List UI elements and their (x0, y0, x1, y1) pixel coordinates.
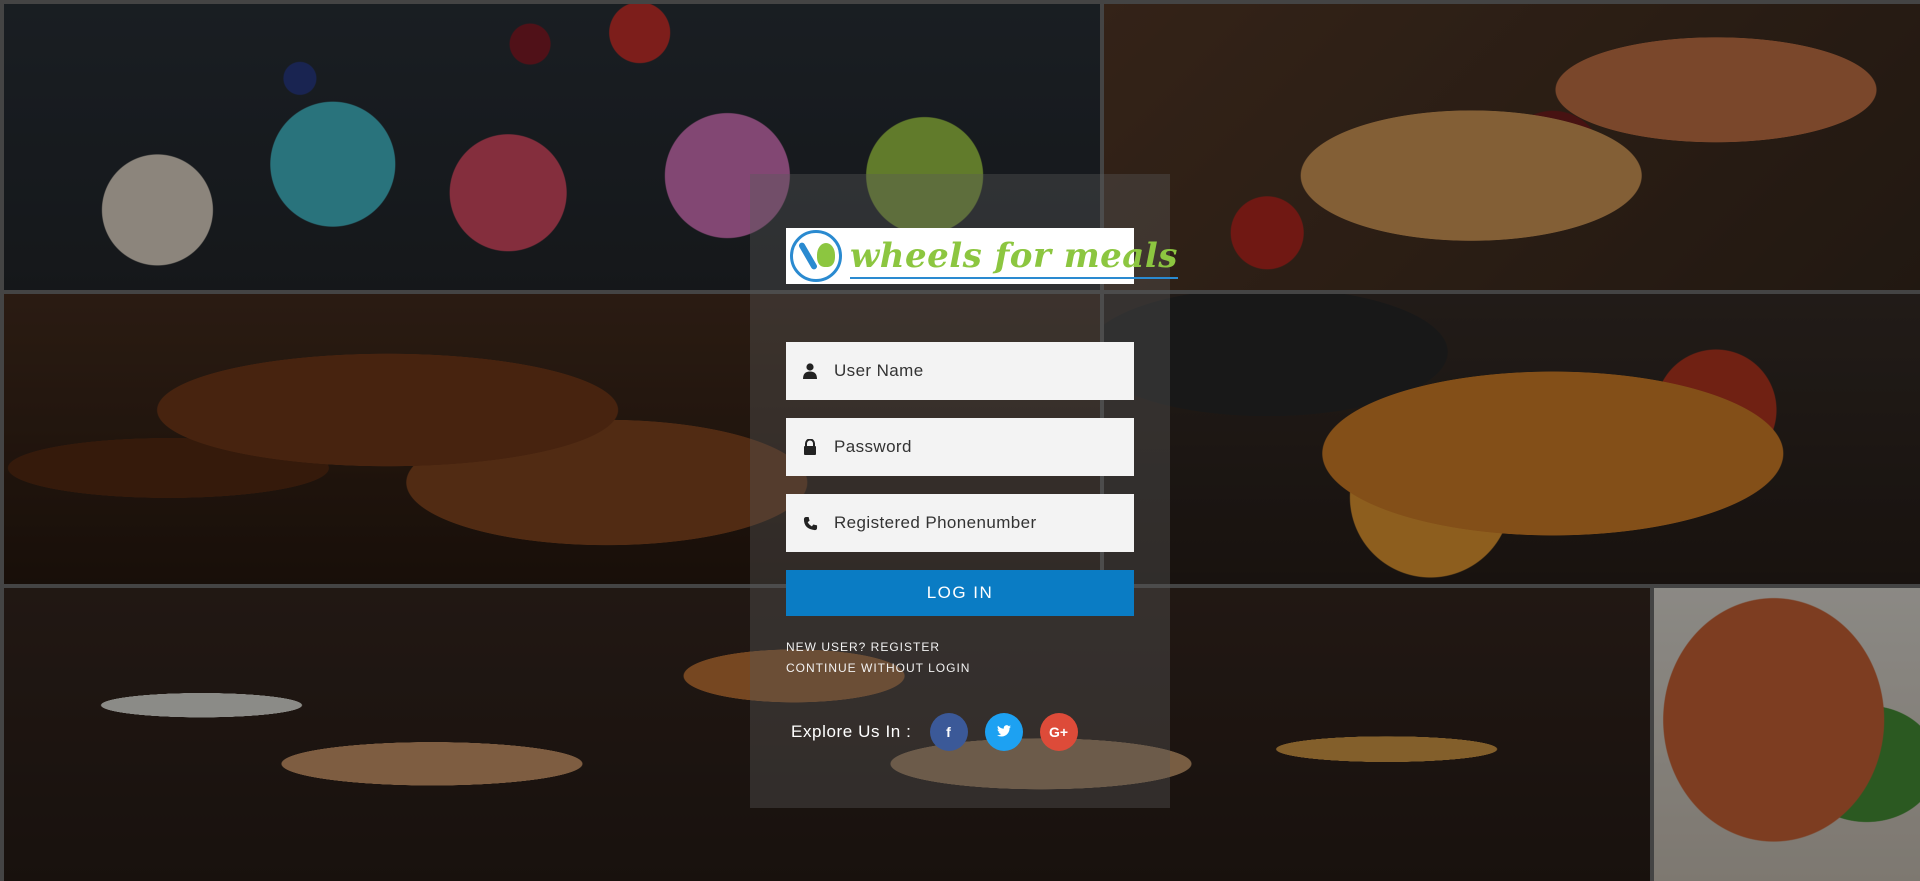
google-plus-button[interactable]: G+ (1039, 713, 1078, 751)
phone-icon (786, 516, 834, 531)
stir-fry-photo (1104, 294, 1920, 584)
user-icon (786, 363, 834, 379)
google-plus-icon: G+ (1048, 724, 1069, 740)
logo-text: wheels for meals (850, 236, 1178, 279)
brand-logo: wheels for meals (786, 228, 1178, 284)
phone-input[interactable] (834, 494, 1134, 552)
twitter-icon (996, 724, 1011, 740)
plate-fork-logo-icon (790, 230, 842, 282)
phone-field[interactable] (786, 494, 1134, 552)
login-button[interactable]: LOG IN (786, 570, 1134, 616)
nachos-photo (1654, 588, 1920, 881)
twitter-button[interactable] (984, 713, 1023, 751)
login-panel: wheels for meals LOG IN NEW USER? REGIST… (750, 174, 1178, 808)
password-input[interactable] (834, 418, 1134, 476)
social-links: Explore Us In : f G+ (791, 713, 1095, 751)
password-field[interactable] (786, 418, 1134, 476)
username-input[interactable] (834, 342, 1134, 400)
continue-without-login-link[interactable]: CONTINUE WITHOUT LOGIN (786, 661, 970, 675)
facebook-button[interactable]: f (929, 713, 968, 751)
username-field[interactable] (786, 342, 1134, 400)
pizza-photo (1104, 4, 1920, 290)
explore-label: Explore Us In : (791, 722, 912, 741)
lock-icon (786, 439, 834, 455)
register-link[interactable]: NEW USER? REGISTER (786, 640, 940, 654)
facebook-icon: f (946, 724, 951, 740)
